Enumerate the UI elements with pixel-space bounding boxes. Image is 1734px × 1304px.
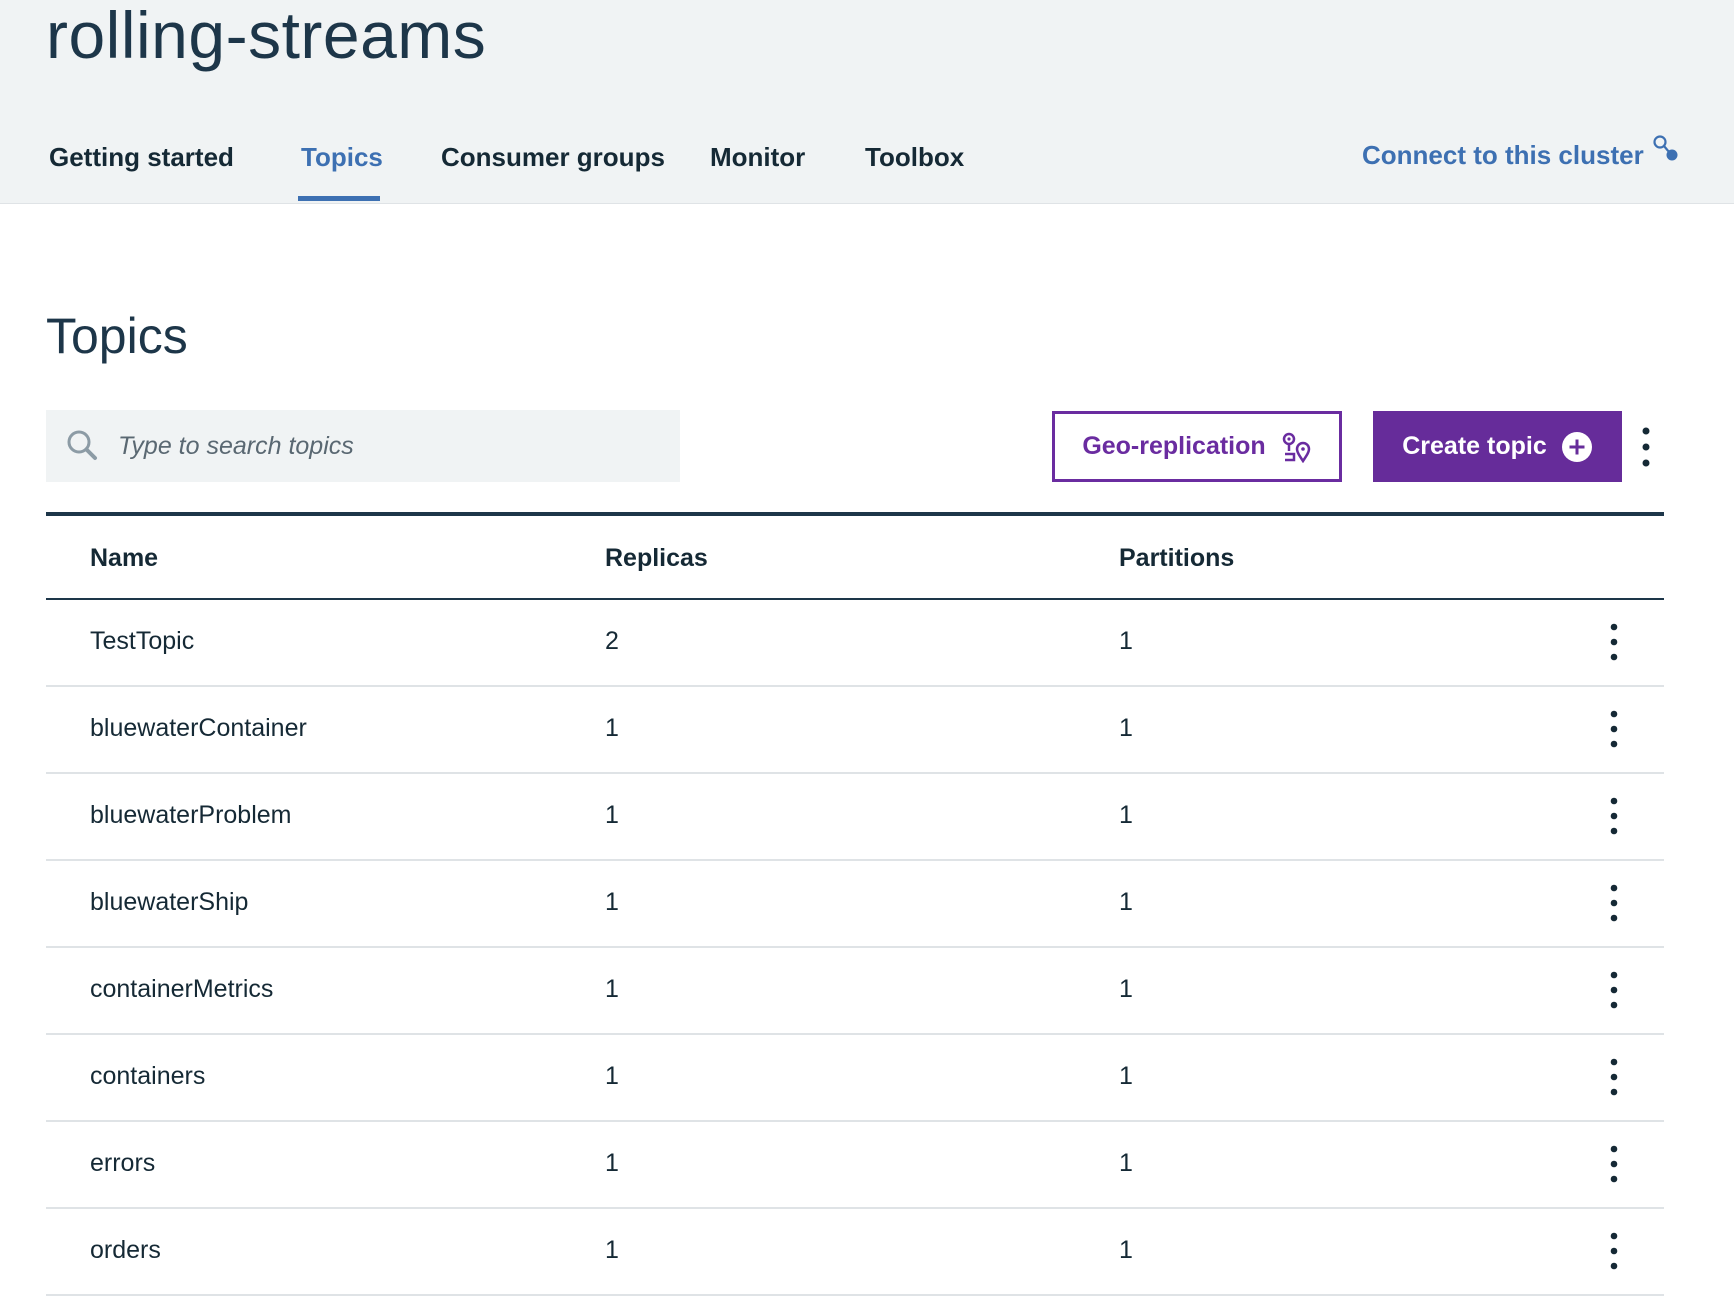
replicas-value: 1 — [605, 1062, 619, 1090]
cluster-title: rolling-streams — [46, 0, 487, 72]
create-topic-button[interactable]: Create topic — [1373, 411, 1622, 482]
page-header: rolling-streams Getting started Topics C… — [0, 0, 1734, 204]
overflow-menu-vertical-icon[interactable] — [1602, 1142, 1626, 1186]
geo-replication-button[interactable]: Geo-replication — [1052, 411, 1342, 482]
topic-name[interactable]: containers — [90, 1062, 205, 1091]
tab-getting-started[interactable]: Getting started — [49, 142, 234, 173]
connect-label: Connect to this cluster — [1362, 140, 1644, 170]
topic-name[interactable]: bluewaterShip — [90, 888, 248, 917]
tab-consumer-groups[interactable]: Consumer groups — [441, 142, 665, 173]
topic-name[interactable]: TestTopic — [90, 627, 194, 656]
table-row[interactable]: bluewaterProblem 1 1 — [46, 774, 1664, 861]
replicas-value: 1 — [605, 1149, 619, 1177]
search-box[interactable] — [46, 410, 680, 482]
table-row[interactable]: TestTopic 2 1 — [46, 600, 1664, 687]
overflow-menu-vertical-icon[interactable] — [1632, 424, 1660, 470]
replicas-value: 1 — [605, 714, 619, 742]
connect-icon — [1653, 134, 1678, 160]
tab-topics[interactable]: Topics — [301, 142, 383, 173]
partitions-value: 1 — [1119, 1149, 1133, 1177]
overflow-menu-vertical-icon[interactable] — [1602, 620, 1626, 664]
column-header-name[interactable]: Name — [90, 544, 158, 573]
table-header: Name Replicas Partitions — [46, 516, 1664, 600]
replicas-value: 1 — [605, 801, 619, 829]
topic-name[interactable]: bluewaterContainer — [90, 714, 307, 743]
topic-name[interactable]: orders — [90, 1236, 161, 1265]
overflow-menu-vertical-icon[interactable] — [1602, 1055, 1626, 1099]
create-topic-label: Create topic — [1402, 432, 1547, 460]
partitions-value: 1 — [1119, 888, 1133, 916]
add-circle-icon — [1561, 431, 1592, 462]
replicas-value: 1 — [605, 975, 619, 1003]
replicas-value: 2 — [605, 627, 619, 655]
tab-toolbox[interactable]: Toolbox — [865, 142, 964, 173]
partitions-value: 1 — [1119, 714, 1133, 742]
topic-name[interactable]: containerMetrics — [90, 975, 273, 1004]
replicas-value: 1 — [605, 888, 619, 916]
table-row[interactable]: bluewaterContainer 1 1 — [46, 687, 1664, 774]
column-header-replicas[interactable]: Replicas — [605, 544, 708, 573]
table-row[interactable]: bluewaterShip 1 1 — [46, 861, 1664, 948]
partitions-value: 1 — [1119, 627, 1133, 655]
table-row[interactable]: containers 1 1 — [46, 1035, 1664, 1122]
overflow-menu-vertical-icon[interactable] — [1602, 881, 1626, 925]
partitions-value: 1 — [1119, 801, 1133, 829]
partitions-value: 1 — [1119, 1062, 1133, 1090]
overflow-menu-vertical-icon[interactable] — [1602, 707, 1626, 751]
topics-table: Name Replicas Partitions TestTopic 2 1 blue… — [46, 512, 1664, 1296]
topic-name[interactable]: bluewaterProblem — [90, 801, 292, 830]
page-title: Topics — [46, 308, 188, 364]
partitions-value: 1 — [1119, 975, 1133, 1003]
tab-monitor[interactable]: Monitor — [710, 142, 805, 173]
partitions-value: 1 — [1119, 1236, 1133, 1264]
search-icon — [67, 430, 97, 460]
table-row[interactable]: orders 1 1 — [46, 1209, 1664, 1296]
overflow-menu-vertical-icon[interactable] — [1602, 794, 1626, 838]
overflow-menu-vertical-icon[interactable] — [1602, 968, 1626, 1012]
table-body: TestTopic 2 1 bluewaterContainer 1 1 bluewater… — [46, 600, 1664, 1296]
search-input[interactable] — [116, 430, 640, 462]
table-row[interactable]: errors 1 1 — [46, 1122, 1664, 1209]
active-tab-indicator — [298, 196, 380, 201]
table-row[interactable]: containerMetrics 1 1 — [46, 948, 1664, 1035]
connect-to-cluster-link[interactable]: Connect to this cluster — [1362, 134, 1680, 171]
geo-replication-label: Geo-replication — [1082, 432, 1266, 460]
column-header-partitions[interactable]: Partitions — [1119, 544, 1234, 573]
geo-location-icon — [1282, 432, 1310, 463]
replicas-value: 1 — [605, 1236, 619, 1264]
topic-name[interactable]: errors — [90, 1149, 155, 1178]
overflow-menu-vertical-icon[interactable] — [1602, 1229, 1626, 1273]
